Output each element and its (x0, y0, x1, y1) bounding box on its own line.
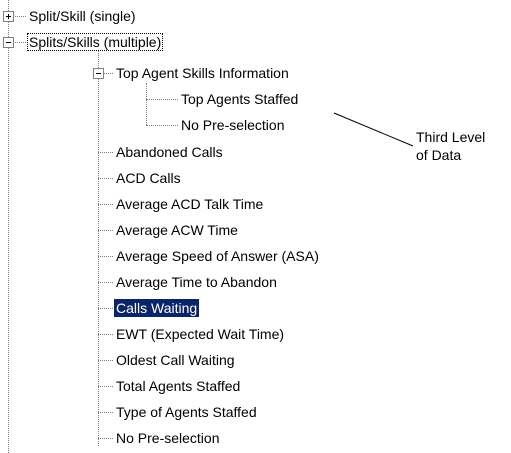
annotation-pointer-line (333, 112, 414, 147)
annotation-callout: Third Level of Data (416, 128, 485, 164)
tree-view: Split/Skill (single) Splits/Skills (mult… (0, 0, 511, 453)
annotation-line2: of Data (416, 147, 462, 163)
annotation-line1: Third Level (416, 129, 486, 145)
